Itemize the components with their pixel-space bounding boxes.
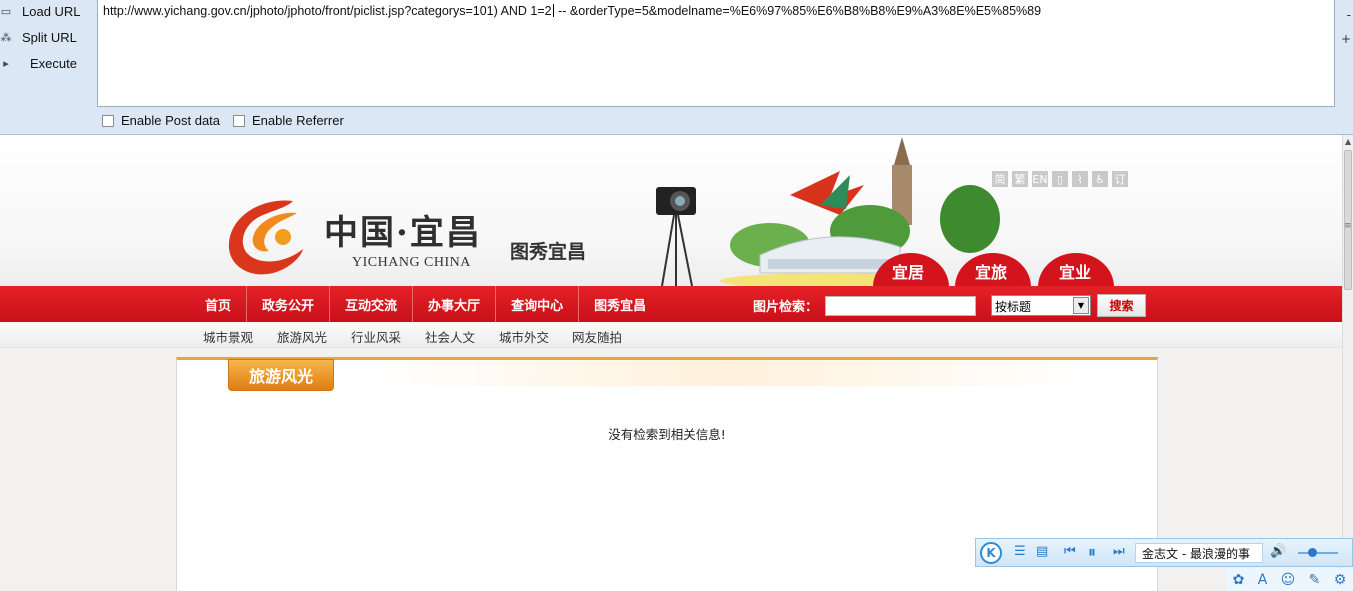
split-url-button[interactable]: ⁂ Split URL (0, 26, 77, 48)
playlist-icon[interactable]: ☰ (1014, 544, 1026, 559)
site-subtitle: 图秀宜昌 (510, 241, 587, 263)
yichang-logo-icon (228, 200, 303, 275)
now-playing-title: 金志文 - 最浪漫的事 (1135, 543, 1263, 563)
enable-referrer-checkbox[interactable]: Enable Referrer (233, 113, 344, 128)
volume-icon[interactable]: 🔊 (1270, 544, 1286, 559)
photo-search-label: 图片检索： (753, 300, 819, 315)
volume-knob[interactable] (1308, 548, 1317, 557)
language-switcher: 简 繁 EN ▯ ⌇ ♿ 订 (992, 171, 1128, 187)
previous-track-icon[interactable]: ⏮ (1064, 544, 1076, 559)
subnav-item-user-photos[interactable]: 网友随拍 (572, 327, 622, 346)
edit-icon[interactable]: ✎ (1309, 572, 1321, 588)
site-logo-english: YICHANG CHINA (352, 255, 471, 270)
english-icon[interactable]: EN (1032, 171, 1048, 187)
font-icon[interactable]: A (1258, 572, 1268, 588)
lyrics-icon[interactable]: ▤ (1036, 544, 1048, 559)
vertical-scrollbar[interactable]: ▲ ≡ (1342, 135, 1353, 591)
collapse-mark[interactable]: + (1341, 32, 1351, 46)
subnav-item-city-landscape[interactable]: 城市景观 (203, 327, 253, 346)
subnav-item-culture[interactable]: 社会人文 (425, 327, 475, 346)
checkbox-box[interactable] (102, 114, 114, 127)
smiley-icon[interactable]: ☺ (1281, 572, 1296, 588)
volume-slider[interactable] (1298, 548, 1338, 557)
panel-header-glow (367, 360, 1087, 386)
hackbar-toolbar: ▭ Load URL ⁂ Split URL ▸ Execute http://… (0, 0, 1353, 135)
subscribe-icon[interactable]: 订 (1112, 171, 1128, 187)
checkbox-box[interactable] (233, 114, 245, 127)
scrollbar-thumb[interactable] (1344, 150, 1352, 290)
nav-item-service-hall[interactable]: 办事大厅 (413, 286, 497, 322)
traditional-chinese-icon[interactable]: 繁 (1012, 171, 1028, 187)
simplified-chinese-icon[interactable]: 简 (992, 171, 1008, 187)
rss-icon[interactable]: ⌇ (1072, 171, 1088, 187)
fan-label-business[interactable]: 宜业 (1037, 259, 1113, 283)
nav-item-interaction[interactable]: 互动交流 (330, 286, 414, 322)
sub-navigation: 城市景观 旅游风光 行业风采 社会人文 城市外交 网友随拍 (0, 322, 1342, 348)
photo-search-input[interactable] (825, 296, 976, 316)
pause-icon[interactable]: ⏸ (1088, 542, 1096, 562)
player-tools-bar: ✿ A ☺ ✎ ⚙ (1226, 568, 1353, 591)
fan-label-travel[interactable]: 宜旅 (953, 259, 1029, 283)
scroll-up-icon[interactable]: ▲ (1345, 137, 1351, 146)
subnav-item-foreign-affairs[interactable]: 城市外交 (499, 327, 549, 346)
subnav-item-industry[interactable]: 行业风采 (351, 327, 401, 346)
subnav-item-tourism[interactable]: 旅游风光 (277, 327, 327, 346)
search-button[interactable]: 搜索 (1097, 294, 1146, 317)
enable-post-data-checkbox[interactable]: Enable Post data (102, 113, 220, 128)
nav-item-query-center[interactable]: 查询中心 (496, 286, 580, 322)
empty-result-message: 没有检索到相关信息! (608, 427, 726, 442)
main-navigation: 首页 政务公开 互动交流 办事大厅 查询中心 图秀宜昌 图片检索： 按标题 ▼ … (0, 286, 1342, 322)
accessibility-icon[interactable]: ♿ (1092, 171, 1108, 187)
nav-item-government-affairs[interactable]: 政务公开 (247, 286, 331, 322)
chevron-down-icon[interactable]: ▼ (1073, 297, 1089, 314)
execute-button[interactable]: ▸ Execute (0, 52, 77, 74)
paw-icon[interactable]: ✿ (1233, 572, 1245, 588)
load-url-button[interactable]: ▭ Load URL (0, 0, 81, 22)
nav-menu: 首页 政务公开 互动交流 办事大厅 查询中心 图秀宜昌 (190, 286, 661, 322)
mobile-icon[interactable]: ▯ (1052, 171, 1068, 187)
text-caret (552, 4, 554, 17)
web-page: 中国·宜昌 YICHANG CHINA 图秀宜昌 简 繁 EN ▯ ⌇ ♿ 订 … (0, 135, 1353, 591)
expand-mark[interactable]: - (1347, 8, 1351, 22)
scroll-grip-icon: ≡ (1344, 221, 1352, 231)
search-type-select[interactable]: 按标题 ▼ (991, 295, 1091, 316)
url-textarea[interactable]: http://www.yichang.gov.cn/jphoto/jphoto/… (97, 0, 1335, 107)
site-banner: 中国·宜昌 YICHANG CHINA 图秀宜昌 简 繁 EN ▯ ⌇ ♿ 订 … (0, 135, 1342, 287)
nav-item-home[interactable]: 首页 (190, 286, 248, 322)
settings-icon[interactable]: ⚙ (1334, 572, 1347, 588)
music-player-bar: K ☰ ▤ ⏮ ⏸ ⏭ 金志文 - 最浪漫的事 🔊 (975, 538, 1353, 567)
execute-icon: ▸ (3, 56, 9, 70)
site-logo-text: 中国·宜昌 (324, 213, 482, 253)
section-tab: 旅游风光 (228, 359, 334, 391)
kugou-logo-icon[interactable]: K (980, 542, 1002, 564)
next-track-icon[interactable]: ⏭ (1113, 544, 1125, 559)
split-url-icon: ⁂ (0, 30, 12, 44)
load-url-icon: ▭ (0, 4, 12, 18)
nav-item-photo-yichang[interactable]: 图秀宜昌 (579, 286, 661, 322)
fan-label-live[interactable]: 宜居 (870, 259, 946, 283)
